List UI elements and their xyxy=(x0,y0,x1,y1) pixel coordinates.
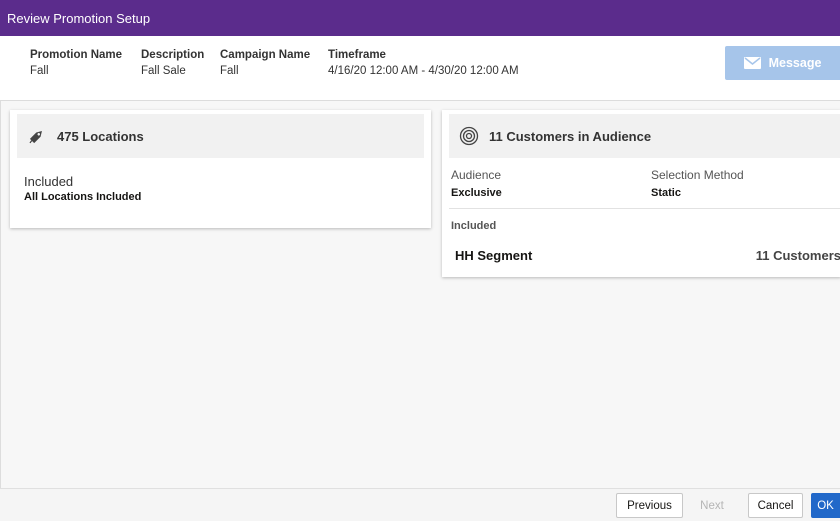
audience-card-title: 11 Customers in Audience xyxy=(489,128,652,144)
dialog-title: Review Promotion Setup xyxy=(7,10,151,26)
description-field: Description Fall Sale xyxy=(141,49,204,77)
audience-card-header: 11 Customers in Audience xyxy=(449,114,840,158)
audience-value: Exclusive xyxy=(451,187,502,199)
promotion-summary: Promotion Name Fall Description Fall Sal… xyxy=(0,36,840,101)
envelope-icon xyxy=(743,57,761,69)
promotion-name-field: Promotion Name Fall xyxy=(30,49,122,77)
dialog-footer: Previous Next Cancel OK xyxy=(0,488,840,521)
selection-method-label: Selection Method xyxy=(651,168,744,182)
dialog-title-bar: Review Promotion Setup xyxy=(0,0,840,36)
segment-count: 11 Customers xyxy=(755,248,840,263)
cancel-button[interactable]: Cancel xyxy=(748,493,803,518)
locations-card: 475 Locations Included All Locations Inc… xyxy=(10,110,431,228)
ok-button[interactable]: OK xyxy=(811,493,840,518)
locations-status-label: Included xyxy=(24,174,74,189)
previous-button[interactable]: Previous xyxy=(616,493,683,518)
campaign-name-field: Campaign Name Fall xyxy=(220,49,310,77)
target-icon xyxy=(459,126,479,146)
promotion-name-label: Promotion Name xyxy=(30,49,123,61)
description-value: Fall Sale xyxy=(141,65,186,77)
message-button-label: Message xyxy=(768,56,822,70)
campaign-name-label: Campaign Name xyxy=(220,49,311,61)
campaign-name-value: Fall xyxy=(220,65,239,77)
promotion-name-value: Fall xyxy=(30,65,49,77)
locations-status-value: All Locations Included xyxy=(24,191,142,203)
next-button[interactable]: Next xyxy=(691,493,733,518)
timeframe-value: 4/16/20 12:00 AM - 4/30/20 12:00 AM xyxy=(328,65,519,77)
selection-method-value: Static xyxy=(651,187,681,199)
review-content-area: 475 Locations Included All Locations Inc… xyxy=(0,101,840,488)
timeframe-label: Timeframe xyxy=(328,49,386,61)
description-label: Description xyxy=(141,49,205,61)
segment-name: HH Segment xyxy=(455,248,533,263)
included-label: Included xyxy=(451,220,497,232)
timeframe-field: Timeframe 4/16/20 12:00 AM - 4/30/20 12:… xyxy=(328,49,519,77)
tag-icon xyxy=(27,126,47,146)
message-button[interactable]: Message xyxy=(725,46,840,80)
audience-label: Audience xyxy=(451,168,502,182)
audience-card: 11 Customers in Audience Audience Exclus… xyxy=(442,110,840,277)
locations-card-title: 475 Locations xyxy=(57,128,144,144)
audience-divider xyxy=(449,208,840,209)
locations-card-header: 475 Locations xyxy=(17,114,424,158)
